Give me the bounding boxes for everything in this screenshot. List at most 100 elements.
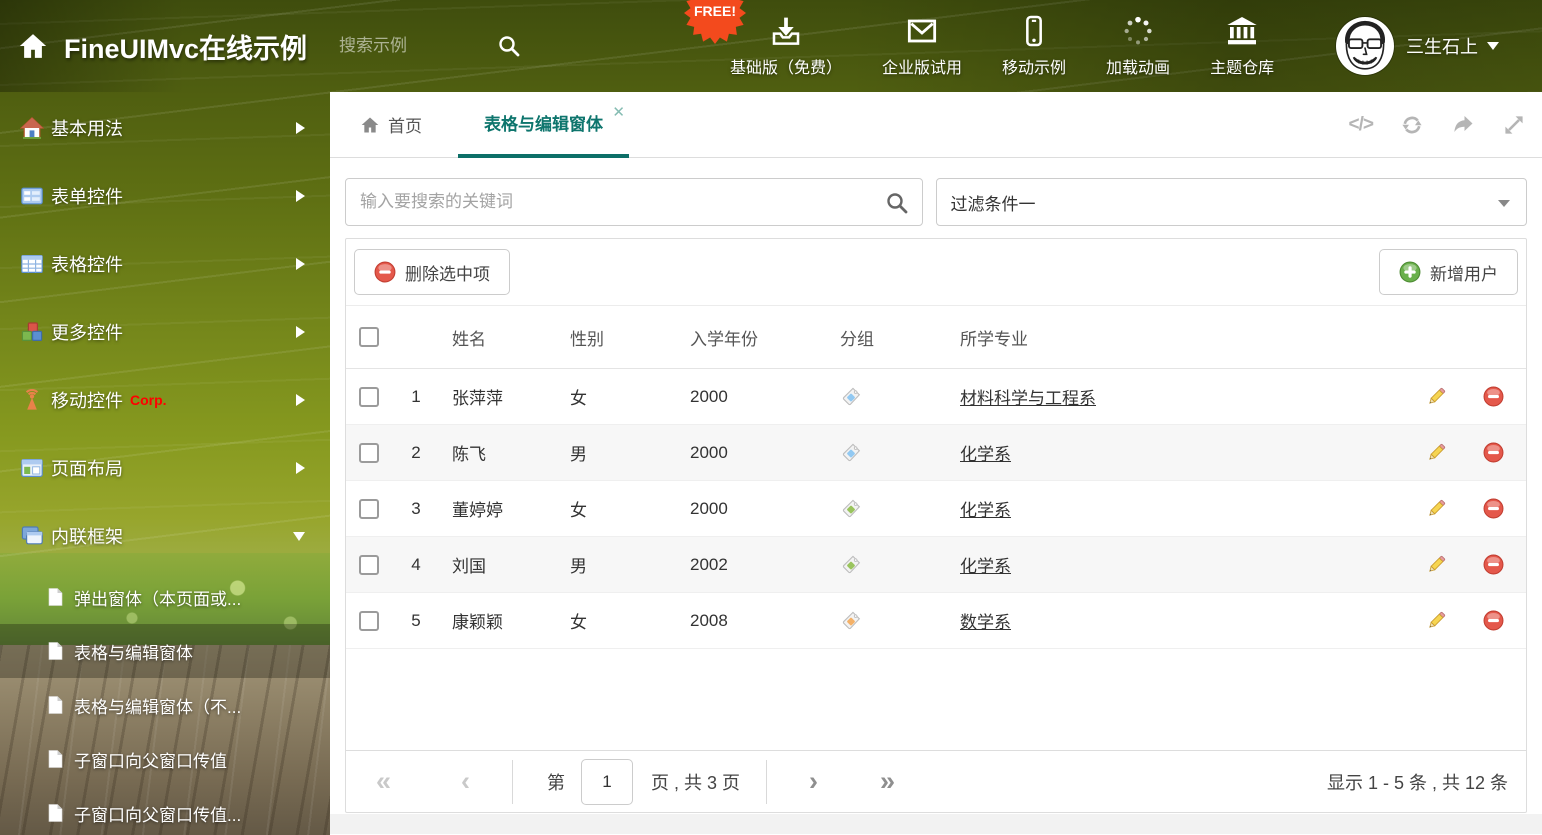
major-link[interactable]: 化学系: [960, 501, 1011, 520]
delete-icon[interactable]: [1483, 498, 1504, 519]
keyword-search-input[interactable]: [346, 179, 922, 225]
username[interactable]: 三生石上: [1406, 33, 1478, 59]
nav-enterprise-trial[interactable]: 企业版试用: [882, 15, 962, 78]
major-link[interactable]: 化学系: [960, 557, 1011, 576]
delete-icon[interactable]: [1483, 386, 1504, 407]
nav-mobile-demo[interactable]: 移动示例: [1002, 15, 1066, 78]
submenu-item-grid-edit-window[interactable]: 表格与编辑窗体: [0, 624, 330, 678]
table-row[interactable]: 4 刘国 男 2002 化学系: [346, 537, 1526, 593]
search-icon[interactable]: [885, 191, 909, 215]
next-page-button[interactable]: ›: [809, 768, 818, 795]
pager-divider: [766, 759, 768, 804]
nav-label: 企业版试用: [882, 59, 963, 77]
file-icon: [48, 642, 63, 660]
chevron-down-icon: [293, 531, 305, 541]
delete-icon[interactable]: [1483, 610, 1504, 631]
row-checkbox[interactable]: [359, 442, 379, 463]
sidebar-item-page-layout[interactable]: 页面布局: [0, 434, 330, 502]
row-checkbox[interactable]: [359, 610, 379, 631]
nav-loading-animations[interactable]: 加载动画: [1106, 15, 1170, 78]
download-icon: [772, 17, 800, 45]
expand-icon[interactable]: [1502, 113, 1526, 137]
column-header-name: 姓名: [452, 329, 486, 349]
cell-gender: 男: [570, 557, 587, 576]
cell-year: 2000: [690, 386, 728, 406]
major-link[interactable]: 材料科学与工程系: [960, 389, 1096, 408]
page-number-input[interactable]: [581, 758, 634, 805]
grid-icon: [21, 255, 43, 273]
nav-basic-edition[interactable]: 基础版（免费）: [730, 15, 842, 78]
major-link[interactable]: 数学系: [960, 613, 1011, 632]
add-user-label: 新增用户: [1430, 264, 1498, 284]
sidebar-item-label: 表单控件: [51, 187, 123, 207]
sidebar-item-inline-frames[interactable]: 内联框架: [0, 502, 330, 570]
tab-grid-edit-window[interactable]: 表格与编辑窗体 ✕: [458, 92, 629, 158]
nav-theme-store[interactable]: 主题仓库: [1210, 15, 1274, 78]
edit-icon[interactable]: [1426, 498, 1447, 519]
edit-icon[interactable]: [1426, 610, 1447, 631]
table-row[interactable]: 5 康颖颖 女 2008 数学系: [346, 593, 1526, 649]
sidebar-item-label: 基本用法: [51, 119, 123, 139]
row-checkbox[interactable]: [359, 554, 379, 575]
view-source-icon[interactable]: </>: [1349, 114, 1375, 136]
tab-home[interactable]: 首页: [360, 112, 422, 137]
submenu-item-child-to-parent-2[interactable]: 子窗口向父窗口传值...: [0, 786, 330, 835]
sidebar-item-basic-usage[interactable]: 基本用法: [0, 94, 330, 162]
delete-icon[interactable]: [1483, 442, 1504, 463]
bottom-strip: [330, 814, 1542, 834]
file-icon: [48, 696, 63, 714]
table-row[interactable]: 2 陈飞 男 2000 化学系: [346, 425, 1526, 481]
submenu-item-grid-edit-window-2[interactable]: 表格与编辑窗体（不...: [0, 678, 330, 732]
submenu-item-popup-window[interactable]: 弹出窗体（本页面或...: [0, 570, 330, 624]
search-icon[interactable]: [497, 34, 521, 58]
submenu-item-child-to-parent[interactable]: 子窗口向父窗口传值: [0, 732, 330, 786]
row-number: 2: [411, 442, 421, 462]
row-checkbox[interactable]: [359, 498, 379, 519]
tab-label: 表格与编辑窗体: [484, 115, 603, 134]
nav-label: 基础版（免费）: [730, 59, 843, 77]
sidebar-item-more-controls[interactable]: 更多控件: [0, 298, 330, 366]
page-prefix-label: 第: [547, 772, 566, 793]
close-icon[interactable]: ✕: [612, 105, 625, 120]
chevron-right-icon: [296, 462, 305, 474]
user-menu[interactable]: 三生石上: [1336, 0, 1499, 92]
first-page-button[interactable]: «: [376, 768, 391, 795]
header-search-input[interactable]: [339, 36, 490, 56]
edit-icon[interactable]: [1426, 442, 1447, 463]
cell-year: 2000: [690, 498, 728, 518]
table-row[interactable]: 1 张萍萍 女 2000 材料科学与工程系: [346, 369, 1526, 425]
filter-dropdown[interactable]: 过滤条件一: [935, 178, 1527, 226]
chevron-right-icon: [296, 258, 305, 270]
add-user-button[interactable]: 新增用户: [1379, 249, 1518, 295]
edit-icon[interactable]: [1426, 386, 1447, 407]
tag-icon: [842, 499, 860, 517]
delete-icon[interactable]: [1483, 554, 1504, 575]
row-checkbox[interactable]: [359, 386, 379, 407]
delete-selected-button[interactable]: 删除选中项: [354, 249, 510, 295]
row-number: 4: [411, 554, 421, 574]
refresh-icon[interactable]: [1400, 113, 1424, 137]
cell-gender: 女: [570, 501, 587, 520]
sidebar-item-mobile-controls[interactable]: 移动控件 Corp.: [0, 366, 330, 434]
submenu-item-label: 表格与编辑窗体（不...: [74, 697, 242, 717]
prev-page-button[interactable]: ‹: [461, 768, 470, 795]
chevron-right-icon: [296, 326, 305, 338]
cell-year: 2000: [690, 442, 728, 462]
avatar[interactable]: [1336, 17, 1394, 75]
column-header-year: 入学年份: [690, 329, 758, 349]
nav-label: 移动示例: [1002, 59, 1067, 77]
sidebar-item-form-controls[interactable]: 表单控件: [0, 162, 330, 230]
home-logo-icon[interactable]: [18, 31, 48, 61]
last-page-button[interactable]: »: [880, 768, 895, 795]
table-row[interactable]: 3 董婷婷 女 2000 化学系: [346, 481, 1526, 537]
form-icon: [21, 187, 43, 205]
pagination-bar: « ‹ 第 页 , 共 3 页 › » 显示 1 - 5 条 , 共 12 条: [346, 750, 1526, 812]
cell-name: 陈飞: [452, 445, 486, 464]
sidebar-item-grid-controls[interactable]: 表格控件: [0, 230, 330, 298]
select-all-checkbox[interactable]: [359, 327, 379, 347]
layout-icon: [21, 459, 43, 477]
major-link[interactable]: 化学系: [960, 445, 1011, 464]
user-caret-down-icon[interactable]: [1487, 42, 1499, 50]
edit-icon[interactable]: [1426, 554, 1447, 575]
share-icon[interactable]: [1451, 113, 1475, 137]
